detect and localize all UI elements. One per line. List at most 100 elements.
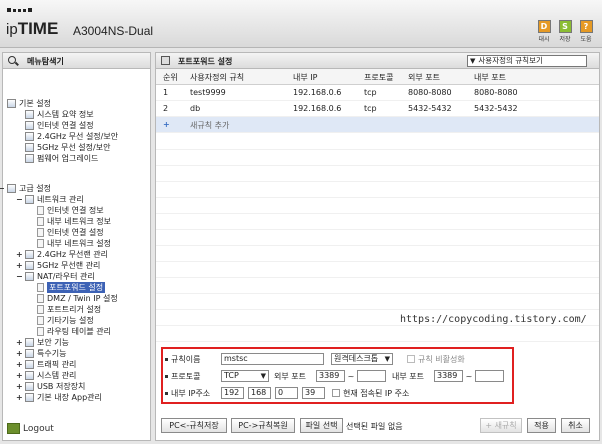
- expand-icon[interactable]: +: [16, 381, 23, 392]
- page-icon: [25, 121, 34, 130]
- document-icon: [37, 239, 44, 248]
- sidebar-item[interactable]: 시스템 요약 정보: [25, 109, 94, 120]
- sidebar-item-label: 네트워크 관리: [37, 195, 84, 204]
- sidebar-item[interactable]: 기타기능 설정: [37, 315, 94, 326]
- rule-name-input[interactable]: mstsc: [221, 353, 324, 365]
- sidebar-item[interactable]: 인터넷 연결 설정: [25, 120, 94, 131]
- pc-save-rules-button[interactable]: PC<-규칙저장: [161, 418, 227, 433]
- sidebar-item[interactable]: + 기본 내장 App관리: [16, 392, 102, 403]
- sidebar-item[interactable]: − 고급 설정: [0, 183, 51, 194]
- sidebar-item-label: 포트포워드 설정: [47, 282, 106, 293]
- sidebar-item-label: 기타기능 설정: [47, 316, 94, 325]
- ip-octet-2-input[interactable]: 168: [248, 387, 271, 399]
- add-rule-button[interactable]: + 새규칙: [480, 418, 522, 433]
- sidebar-item[interactable]: 포트포워드 설정: [37, 282, 106, 293]
- rule-edit-form: 규칙이름 mstsc 원격데스크톱 ▼ 규칙 비활성화 프로토콜 TCP ▼ 외부 …: [161, 347, 514, 404]
- table-row[interactable]: 2 db 192.168.0.6 tcp 5432-5432 5432-5432: [156, 101, 599, 117]
- sidebar-item[interactable]: 2.4GHz 무선 설정/보안: [25, 131, 118, 142]
- ip-octet-1-input[interactable]: 192: [221, 387, 244, 399]
- sidebar-item[interactable]: + 특수기능: [16, 348, 66, 359]
- collapse-icon[interactable]: −: [0, 183, 5, 194]
- help-button[interactable]: ? 도움: [578, 20, 594, 43]
- current-ip-checkbox[interactable]: [332, 389, 340, 397]
- expand-icon[interactable]: +: [16, 260, 23, 271]
- table-row[interactable]: 1 test9999 192.168.0.6 tcp 8080-8080 808…: [156, 85, 599, 101]
- header-buttons: D 대시 S 저장 ? 도움: [536, 20, 594, 43]
- folder-icon: [25, 371, 34, 380]
- sidebar-item[interactable]: 인터넷 연결 설정: [37, 227, 104, 238]
- sidebar-item[interactable]: 포트트리거 설정: [37, 304, 101, 315]
- expand-icon[interactable]: +: [16, 392, 23, 403]
- port-forward-icon: [161, 56, 170, 65]
- folder-icon: [25, 349, 34, 358]
- ext-port-from-input[interactable]: 3389: [316, 370, 345, 382]
- folder-icon: [7, 184, 16, 193]
- document-icon: [37, 316, 44, 325]
- save-button[interactable]: S 저장: [557, 20, 573, 43]
- sidebar-item-label: 트래픽 관리: [37, 360, 77, 369]
- folder-icon: [25, 261, 34, 270]
- sidebar-item[interactable]: + 시스템 관리: [16, 370, 76, 381]
- rule-type-value: 원격데스크톱: [334, 354, 379, 363]
- sidebar-item-label: 2.4GHz 무선랜 관리: [37, 250, 109, 259]
- cancel-button[interactable]: 취소: [561, 418, 590, 433]
- dashboard-button[interactable]: D 대시: [536, 20, 552, 43]
- sidebar-item[interactable]: 인터넷 연결 정보: [37, 205, 104, 216]
- sidebar-item[interactable]: 5GHz 무선 설정/보안: [25, 142, 110, 153]
- logout-button[interactable]: Logout: [7, 423, 54, 434]
- watermark-text: https://copycoding.tistory.com/: [400, 314, 587, 325]
- sidebar-item-label: 포트트리거 설정: [47, 305, 102, 314]
- expand-icon[interactable]: +: [16, 370, 23, 381]
- int-port-separator: ~: [465, 371, 473, 381]
- sidebar-item[interactable]: 내부 네트워크 정보: [37, 216, 111, 227]
- sidebar-title: 메뉴탐색기: [27, 57, 64, 66]
- folder-icon: [7, 99, 16, 108]
- sidebar-item[interactable]: 펌웨어 업그레이드: [25, 153, 98, 164]
- expand-icon[interactable]: +: [16, 337, 23, 348]
- document-icon: [37, 228, 44, 237]
- view-select[interactable]: ▼ 사용자정의 규칙보기: [467, 55, 587, 67]
- int-port-from-input[interactable]: 3389: [434, 370, 463, 382]
- disable-rule-checkbox[interactable]: [407, 355, 415, 363]
- ip-octet-4-input[interactable]: 39: [302, 387, 325, 399]
- header-button-label: 도움: [580, 36, 592, 43]
- sidebar-item[interactable]: − 네트워크 관리: [16, 194, 84, 205]
- row-int-port: 5432-5432: [474, 104, 518, 113]
- sidebar-item[interactable]: +5GHz 무선랜 관리: [16, 260, 100, 271]
- expand-icon[interactable]: +: [16, 249, 23, 260]
- expand-icon[interactable]: +: [16, 359, 23, 370]
- sidebar-item[interactable]: DMZ / Twin IP 설정: [37, 293, 118, 304]
- col-rank: 순위: [163, 73, 178, 82]
- protocol-row: 프로토콜 TCP ▼ 외부 포트 3389 ~ 내부 포트 3389 ~: [165, 369, 504, 383]
- file-select-button[interactable]: 파일 선택: [300, 418, 343, 433]
- add-rule-label: 새규칙 추가: [190, 121, 230, 130]
- sidebar-item[interactable]: 기본 설정: [7, 98, 51, 109]
- protocol-select[interactable]: TCP ▼: [221, 370, 269, 382]
- expand-icon[interactable]: +: [16, 348, 23, 359]
- logout-label: Logout: [23, 423, 54, 434]
- sidebar-item[interactable]: 내부 네트워크 설정: [37, 238, 111, 249]
- apply-button[interactable]: 적용: [527, 418, 556, 433]
- collapse-icon[interactable]: −: [16, 271, 23, 282]
- ip-octet-3-input[interactable]: 0: [275, 387, 298, 399]
- ext-port-to-input[interactable]: [357, 370, 386, 382]
- sidebar-item[interactable]: − NAT/라우터 관리: [16, 271, 95, 282]
- sidebar-item[interactable]: 라우팅 테이블 관리: [37, 326, 111, 337]
- chevron-down-icon: ▼: [260, 372, 266, 380]
- int-port-to-input[interactable]: [475, 370, 504, 382]
- row-ip: 192.168.0.6: [293, 88, 342, 97]
- dashboard-icon: D: [537, 20, 551, 33]
- sidebar-item[interactable]: + 보안 기능: [16, 337, 69, 348]
- add-rule-row[interactable]: + 새규칙 추가: [156, 117, 599, 133]
- pc-restore-rules-button[interactable]: PC->규칙복원: [231, 418, 295, 433]
- collapse-icon[interactable]: −: [16, 194, 23, 205]
- sidebar-item[interactable]: + 트래픽 관리: [16, 359, 76, 370]
- sidebar-item[interactable]: + USB 저장장치: [16, 381, 85, 392]
- sidebar-item-label: 인터넷 연결 설정: [47, 228, 104, 237]
- current-ip-label: 현재 접속된 IP 주소: [343, 388, 410, 398]
- sidebar-item[interactable]: +2.4GHz 무선랜 관리: [16, 249, 108, 260]
- rule-name-label: 규칙이름: [171, 354, 201, 364]
- rule-type-select[interactable]: 원격데스크톱 ▼: [331, 353, 393, 365]
- model-name: A3004NS-Dual: [73, 24, 154, 38]
- search-icon: [8, 56, 16, 64]
